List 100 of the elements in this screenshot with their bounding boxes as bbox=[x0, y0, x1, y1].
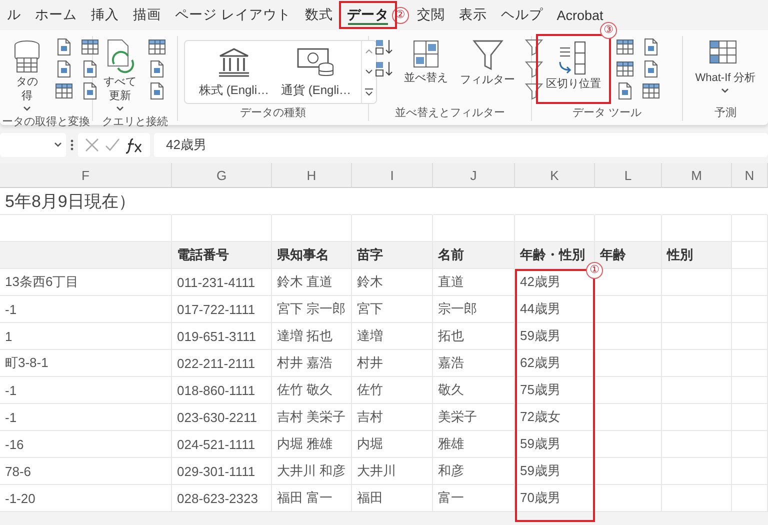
table-cell: 019-651-3111 bbox=[172, 323, 272, 350]
ribbon-button[interactable]: すべて 更新 bbox=[99, 36, 141, 114]
column-header[interactable]: I bbox=[352, 163, 433, 188]
table-icon[interactable] bbox=[147, 38, 167, 56]
table-cell: 59歳男 bbox=[515, 431, 595, 458]
group-label: クエリと接続 bbox=[101, 114, 169, 128]
more-options-icon bbox=[70, 138, 74, 152]
ribbon-tab[interactable]: 挿入 bbox=[84, 2, 126, 28]
column-header[interactable]: N bbox=[732, 163, 768, 188]
table-cell: -1 bbox=[0, 404, 172, 431]
table-cell: 028-623-2323 bbox=[172, 485, 272, 512]
funnel-icon bbox=[470, 38, 504, 72]
callout-number: ① bbox=[586, 262, 603, 279]
table-icon[interactable] bbox=[615, 60, 635, 78]
banknote-coins-icon bbox=[296, 46, 336, 78]
table-cell: 和彦 bbox=[433, 458, 515, 485]
table-cell bbox=[595, 485, 662, 512]
table-cell: 024-521-1111 bbox=[172, 431, 272, 458]
table-cell: 鈴木 bbox=[352, 269, 433, 296]
sort-icon[interactable] bbox=[375, 38, 395, 56]
table-cell: 宮下 宗一郎 bbox=[272, 296, 352, 323]
ribbon-tab[interactable]: ル bbox=[0, 2, 28, 28]
table-cell: 宗一郎 bbox=[433, 296, 515, 323]
column-heading: 苗字 bbox=[352, 242, 433, 269]
column-header[interactable]: H bbox=[272, 163, 352, 188]
table-cell: 内堀 雅雄 bbox=[272, 431, 352, 458]
table-cell: 70歳男 bbox=[515, 485, 595, 512]
table-cell: 達増 拓也 bbox=[272, 323, 352, 350]
data-type-button[interactable]: 株式 (Engli… bbox=[193, 42, 276, 102]
column-header[interactable]: G bbox=[172, 163, 272, 188]
table-cell: 内堀 bbox=[352, 431, 433, 458]
ribbon-tab[interactable]: 描画 bbox=[126, 2, 168, 28]
column-header[interactable]: M bbox=[662, 163, 732, 188]
group-label: 予測 bbox=[714, 106, 738, 121]
column-heading: 性別 bbox=[662, 242, 732, 269]
table-cell: 72歳女 bbox=[515, 404, 595, 431]
ribbon-button[interactable]: タの 得 bbox=[6, 36, 48, 114]
ribbon-tab[interactable]: 表示 bbox=[452, 2, 494, 28]
formula-field[interactable]: 42歳男 bbox=[154, 133, 768, 157]
column-header[interactable]: K bbox=[515, 163, 595, 188]
column-header[interactable]: F bbox=[0, 163, 172, 188]
table-cell: 富一 bbox=[433, 485, 515, 512]
table-cell: 62歳男 bbox=[515, 350, 595, 377]
table-cell: 1 bbox=[0, 323, 172, 350]
table-cell: 拓也 bbox=[433, 323, 515, 350]
table-cell bbox=[595, 296, 662, 323]
table-cell: 福田 富一 bbox=[272, 485, 352, 512]
table-icon[interactable] bbox=[80, 38, 100, 56]
cancel-icon bbox=[84, 137, 100, 153]
ribbon-tab[interactable]: 交閲 bbox=[410, 2, 452, 28]
table-cell: 直道 bbox=[433, 269, 515, 296]
group-label: ータの取得と変換 bbox=[1, 114, 91, 128]
table-cell: 吉村 bbox=[352, 404, 433, 431]
table-cell: 町3-8-1 bbox=[0, 350, 172, 377]
table-cell: 13条西6丁目 bbox=[0, 269, 172, 296]
table-cell: -1 bbox=[0, 377, 172, 404]
column-heading: 県知事名 bbox=[272, 242, 352, 269]
sort-grid-icon bbox=[411, 38, 441, 70]
check-icon bbox=[104, 137, 120, 153]
column-heading: 名前 bbox=[433, 242, 515, 269]
callout-number: ③ bbox=[600, 22, 617, 39]
table-cell: 吉村 美栄子 bbox=[272, 404, 352, 431]
function-icon bbox=[124, 136, 144, 154]
table-cell: 福田 bbox=[352, 485, 433, 512]
ribbon-button[interactable]: フィルター bbox=[457, 36, 518, 90]
table-cell: 敬久 bbox=[433, 377, 515, 404]
table-cell: 78-6 bbox=[0, 458, 172, 485]
table-cell: 達増 bbox=[352, 323, 433, 350]
table-cell: 大井川 和彦 bbox=[272, 458, 352, 485]
data-type-button[interactable]: 通貨 (Engli… bbox=[275, 42, 358, 102]
table-cell bbox=[595, 458, 662, 485]
column-header[interactable]: J bbox=[433, 163, 515, 188]
group-label: データの種類 bbox=[239, 106, 307, 121]
table-cell: 59歳男 bbox=[515, 323, 595, 350]
table-cell: 佐竹 敬久 bbox=[272, 377, 352, 404]
table-icon[interactable] bbox=[54, 82, 74, 100]
ribbon-tab[interactable]: 数式 bbox=[298, 2, 340, 28]
ribbon-button[interactable]: What-If 分析 bbox=[692, 36, 759, 96]
table-cell: 017-722-1111 bbox=[172, 296, 272, 323]
table-cell: 鈴木 直道 bbox=[272, 269, 352, 296]
ribbon-tab[interactable]: ホーム bbox=[28, 2, 84, 28]
sort-icon[interactable] bbox=[375, 60, 395, 78]
table-cell: 佐竹 bbox=[352, 377, 433, 404]
ribbon-tab[interactable]: ヘルプ bbox=[494, 2, 550, 28]
funnel-icon[interactable] bbox=[524, 38, 544, 56]
table-icon[interactable] bbox=[615, 38, 635, 56]
table-cell: -1-20 bbox=[0, 485, 172, 512]
dropdown-caret-icon bbox=[54, 142, 62, 148]
table-cell bbox=[595, 350, 662, 377]
funnel-icon[interactable] bbox=[524, 82, 544, 100]
table-icon[interactable] bbox=[641, 82, 661, 100]
bank-icon bbox=[216, 46, 252, 78]
table-cell: 雅雄 bbox=[433, 431, 515, 458]
ribbon-button[interactable]: 区切り位置 bbox=[538, 36, 609, 102]
ribbon-button[interactable]: 並べ替え bbox=[401, 36, 451, 88]
ribbon-tab[interactable]: ページ レイアウト bbox=[168, 2, 298, 28]
column-header[interactable]: L bbox=[595, 163, 662, 188]
funnel-icon[interactable] bbox=[524, 60, 544, 78]
table-cell: 023-630-2211 bbox=[172, 404, 272, 431]
table-cell: -16 bbox=[0, 431, 172, 458]
